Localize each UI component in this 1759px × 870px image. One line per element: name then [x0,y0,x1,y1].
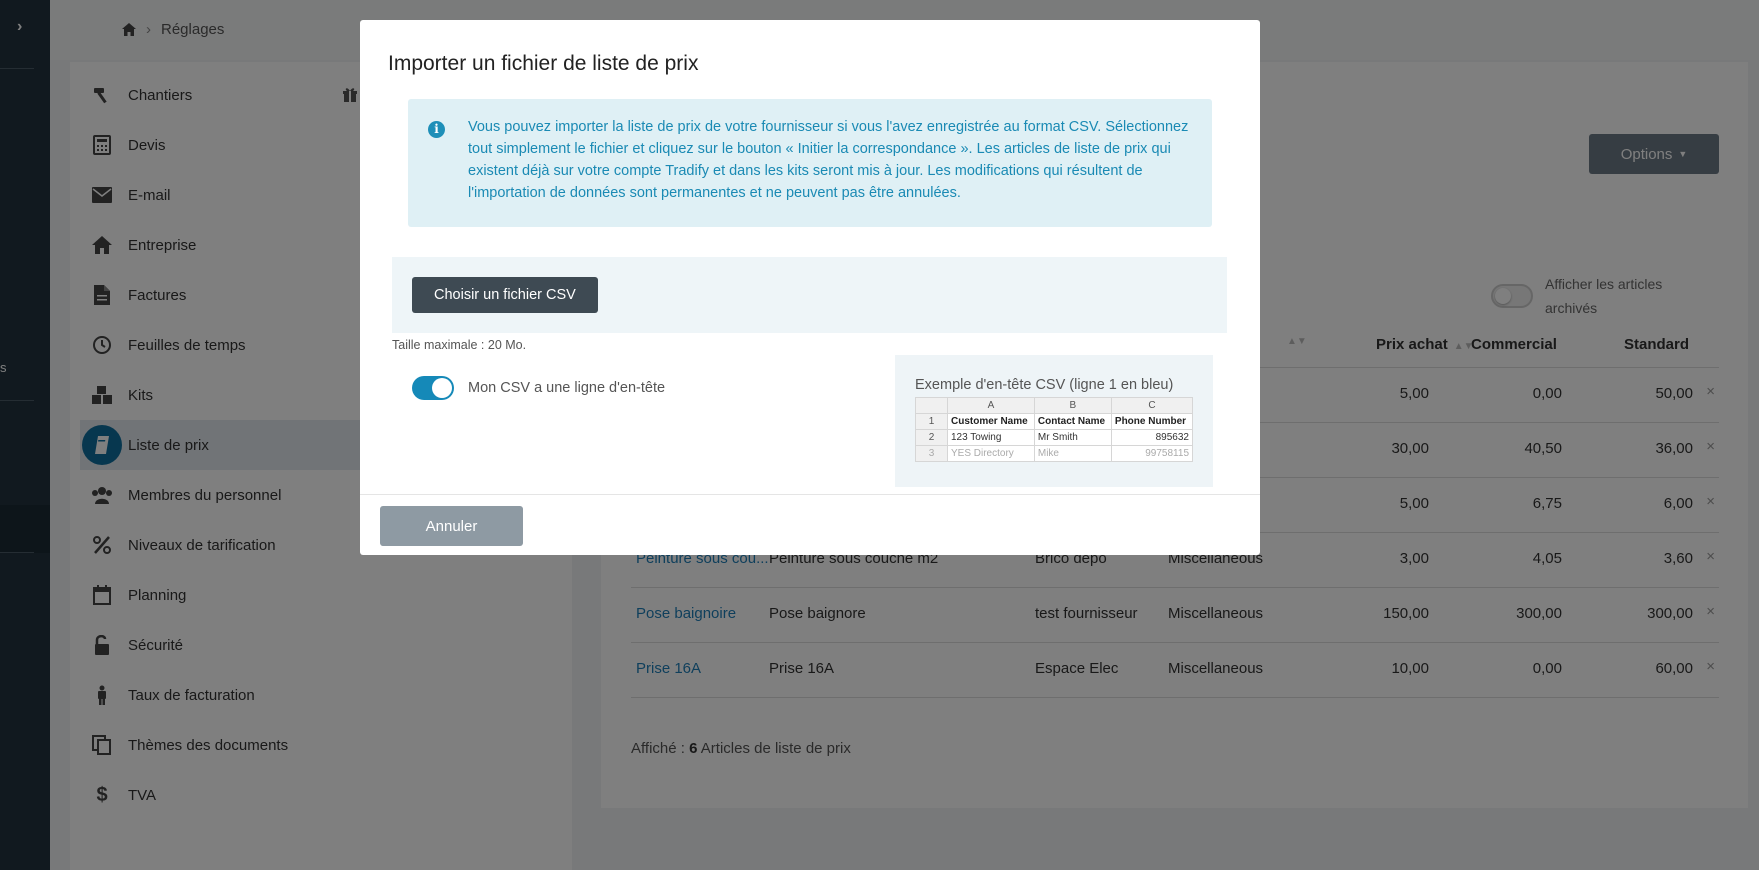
cancel-button[interactable]: Annuler [380,506,523,546]
csv-example-title: Exemple d'en-tête CSV (ligne 1 en bleu) [915,377,1174,393]
csv-example-table: A B C 1 Customer Name Contact Name Phone… [915,397,1194,462]
info-icon: i [428,121,445,138]
info-alert: i Vous pouvez importer la liste de prix … [408,99,1212,227]
header-row-toggle-group: Mon CSV a une ligne d'en-tête [412,376,665,400]
modal-title: Importer un fichier de liste de prix [388,52,699,75]
modal-footer: Annuler [360,494,1260,555]
header-row-toggle[interactable] [412,376,454,400]
header-row-toggle-label: Mon CSV a une ligne d'en-tête [468,380,666,396]
upload-area: Choisir un fichier CSV [392,257,1227,333]
import-modal: Importer un fichier de liste de prix i V… [360,20,1260,555]
choose-csv-button[interactable]: Choisir un fichier CSV [412,277,598,313]
max-size-hint: Taille maximale : 20 Mo. [392,338,527,352]
csv-example-panel: Exemple d'en-tête CSV (ligne 1 en bleu) … [895,355,1213,487]
info-text: Vous pouvez importer la liste de prix de… [468,119,1189,201]
